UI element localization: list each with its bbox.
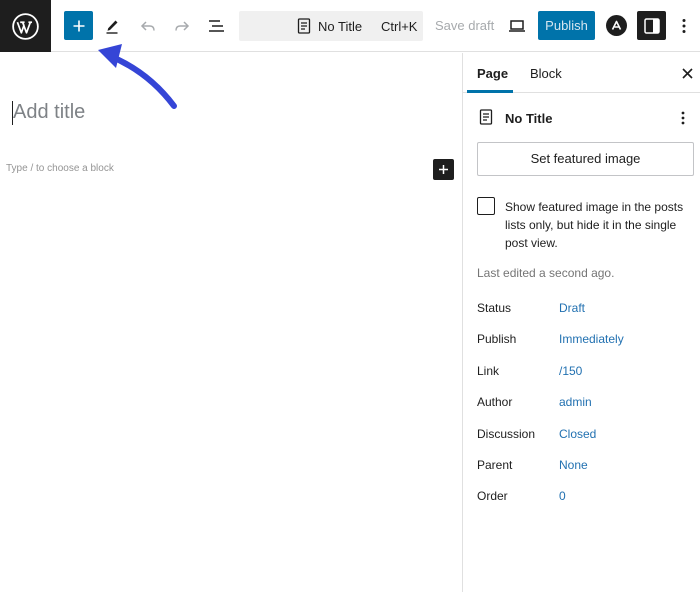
save-draft-button[interactable]: Save draft [431,11,498,41]
page-icon [297,18,311,34]
property-label: Author [477,395,513,409]
close-sidebar-button[interactable] [678,64,696,82]
pencil-icon [106,20,118,34]
redo-icon [175,21,190,31]
publish-button[interactable]: Publish [538,11,595,40]
status-link[interactable]: Draft [559,301,585,315]
post-title-input[interactable]: Add title [13,101,85,124]
property-label: Link [477,364,500,378]
settings-sidebar: Page Block No Title Set featured image S… [462,53,700,592]
summary-options-button[interactable] [675,108,691,128]
wordpress-logo-icon[interactable] [0,0,51,52]
document-bar[interactable]: No Title Ctrl+K [239,11,423,41]
undo-icon [140,21,155,31]
astra-logo-icon [611,20,622,30]
set-featured-image-button[interactable]: Set featured image [477,142,694,176]
redo-button[interactable] [167,11,197,41]
arrow-icon [98,44,177,109]
command-palette-shortcut: Ctrl+K [381,19,418,34]
kebab-icon [681,111,685,125]
property-label: Status [477,301,512,315]
summary-title: No Title [505,111,553,126]
block-inserter-button[interactable] [64,11,93,40]
property-label: Order [477,489,508,503]
document-title: No Title [318,19,363,34]
author-link[interactable]: admin [559,395,592,409]
list-view-icon [209,20,224,32]
publish-date-link[interactable]: Immediately [559,332,624,346]
featured-image-checkbox-label: Show featured image in the posts lists o… [505,200,684,250]
close-icon [681,67,693,79]
options-button[interactable] [674,11,694,41]
tab-block[interactable]: Block [530,66,562,81]
page-icon [479,109,493,125]
permalink-link[interactable]: /150 [559,364,582,378]
property-label: Discussion [477,427,536,441]
last-edited-text: Last edited a second ago. [477,266,615,280]
tools-button[interactable] [97,11,127,41]
astra-settings-button[interactable] [606,15,627,36]
discussion-link[interactable]: Closed [559,427,596,441]
settings-sidebar-toggle[interactable] [637,11,666,40]
sidebar-tabs: Page Block [463,53,700,93]
undo-button[interactable] [133,11,163,41]
sidebar-toggle-icon [643,17,660,34]
parent-link[interactable]: None [559,458,588,472]
add-block-button[interactable] [433,159,454,180]
plus-icon [439,165,448,174]
laptop-icon [509,20,525,32]
block-appender-hint[interactable]: Type / to choose a block [6,163,114,174]
featured-image-checkbox[interactable] [477,197,495,215]
property-label: Publish [477,332,517,346]
order-link[interactable]: 0 [559,489,566,503]
active-tab-indicator [467,90,513,93]
property-label: Parent [477,458,513,472]
tab-page[interactable]: Page [477,66,508,81]
kebab-icon [682,19,686,33]
plus-icon [73,20,84,31]
preview-button[interactable] [502,11,532,41]
list-view-button[interactable] [202,11,232,41]
editor-canvas [0,53,462,592]
